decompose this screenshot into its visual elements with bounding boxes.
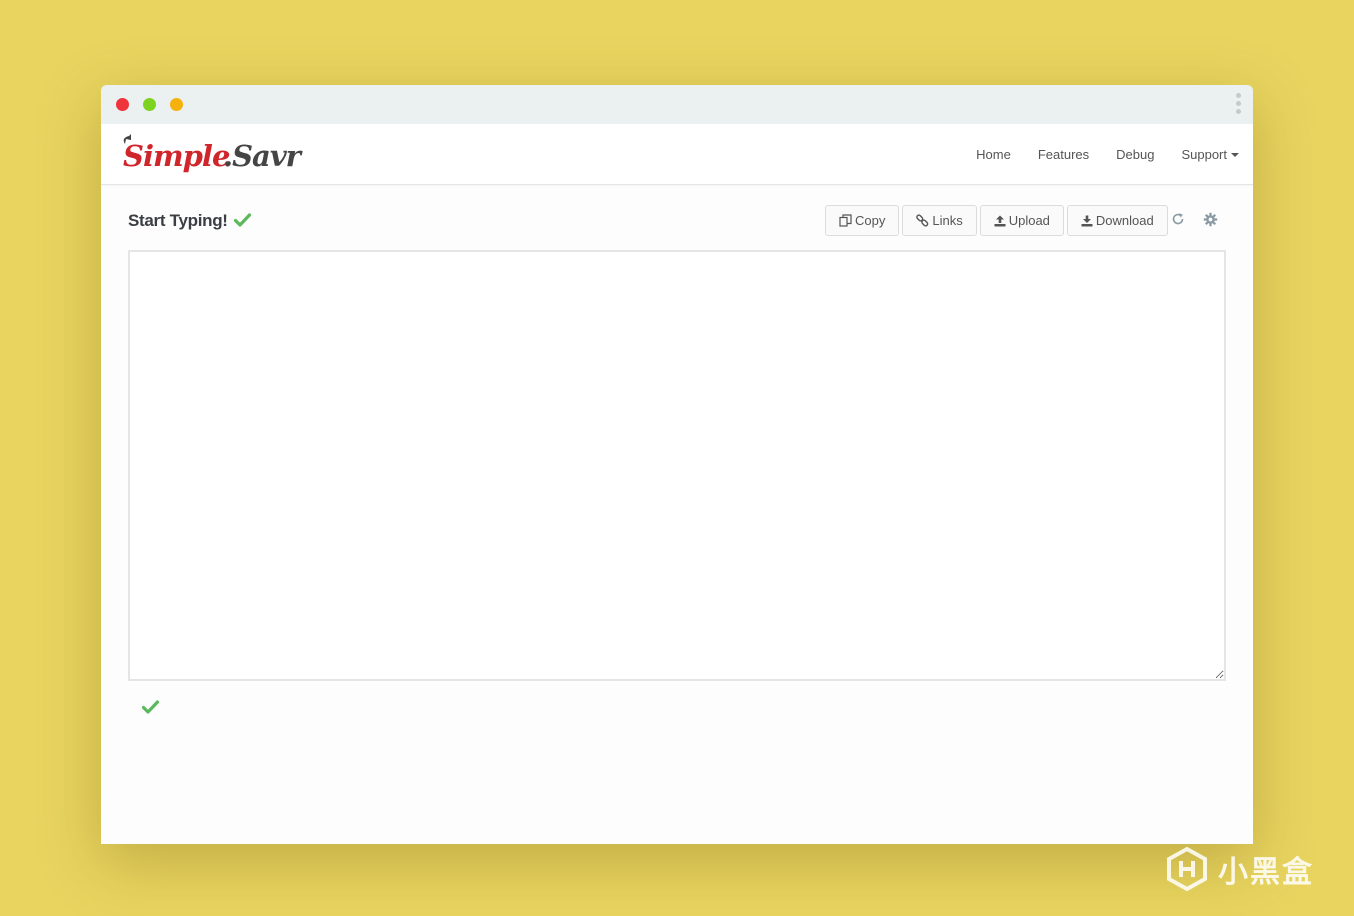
watermark: 小黑盒 bbox=[1164, 846, 1314, 892]
browser-window: Simple .Savr Home Features Debug Support… bbox=[101, 85, 1253, 844]
page-title: Start Typing! bbox=[128, 211, 228, 230]
action-buttons: Copy Links Upload Download bbox=[825, 205, 1171, 236]
download-button[interactable]: Download bbox=[1066, 205, 1168, 236]
site-navbar: Simple .Savr Home Features Debug Support bbox=[101, 124, 1253, 185]
gear-icon[interactable] bbox=[1203, 212, 1219, 228]
check-icon bbox=[141, 700, 160, 719]
watermark-logo-icon bbox=[1167, 846, 1207, 892]
watermark-text: 小黑盒 bbox=[1218, 856, 1314, 889]
copy-button-label: Copy bbox=[855, 213, 886, 228]
svg-text:Simple: Simple bbox=[123, 139, 230, 173]
upload-button-label: Upload bbox=[1008, 213, 1050, 228]
refresh-icon[interactable] bbox=[1171, 212, 1187, 228]
logo-image: Simple .Savr bbox=[123, 134, 305, 173]
nav-debug[interactable]: Debug bbox=[1116, 147, 1154, 162]
upload-button[interactable]: Upload bbox=[979, 205, 1064, 236]
links-button-label: Links bbox=[932, 213, 963, 228]
text-editor[interactable] bbox=[128, 250, 1226, 681]
close-window-button[interactable] bbox=[116, 98, 129, 111]
copy-icon bbox=[839, 214, 852, 227]
kebab-menu-icon[interactable] bbox=[1234, 93, 1242, 117]
copy-button[interactable]: Copy bbox=[825, 205, 900, 236]
main-nav: Home Features Debug Support bbox=[949, 124, 1239, 184]
nav-support[interactable]: Support bbox=[1181, 147, 1239, 162]
svg-text:.Savr: .Savr bbox=[223, 139, 304, 173]
nav-support-label: Support bbox=[1181, 146, 1227, 162]
check-icon bbox=[233, 213, 252, 232]
links-button[interactable]: Links bbox=[902, 205, 977, 236]
download-icon bbox=[1081, 215, 1093, 227]
upload-icon bbox=[994, 215, 1006, 227]
window-titlebar bbox=[101, 85, 1253, 124]
download-button-label: Download bbox=[1095, 213, 1154, 228]
link-icon bbox=[916, 214, 929, 227]
nav-features[interactable]: Features bbox=[1038, 147, 1089, 162]
caret-down-icon bbox=[1231, 153, 1239, 158]
maximize-window-button[interactable] bbox=[170, 98, 183, 111]
minimize-window-button[interactable] bbox=[143, 98, 156, 111]
nav-home[interactable]: Home bbox=[976, 147, 1011, 162]
site-logo[interactable]: Simple .Savr bbox=[119, 134, 309, 174]
